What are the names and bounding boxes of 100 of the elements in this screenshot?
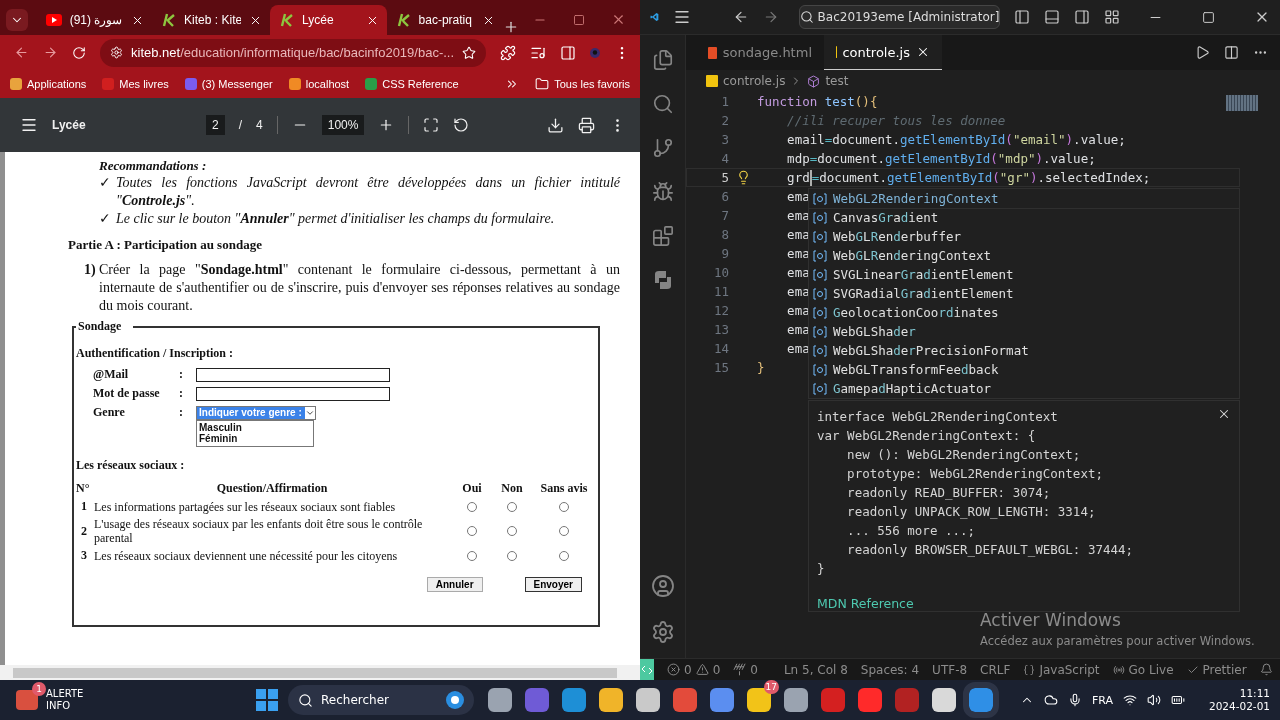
menu-icon[interactable] [672, 8, 691, 26]
bookmark[interactable]: Mes livres [102, 78, 169, 90]
taskbar-app-icon[interactable] [784, 688, 808, 712]
bookmark-folder[interactable]: Tous les favoris [535, 77, 630, 91]
account-icon[interactable] [650, 574, 675, 598]
taskbar-search[interactable]: Rechercher [288, 685, 474, 715]
radio-button[interactable] [467, 526, 477, 536]
panel-bottom-icon[interactable] [1044, 9, 1061, 25]
input-field[interactable] [196, 367, 390, 382]
taskbar-app-icon[interactable] [932, 688, 956, 712]
status-item[interactable]: Spaces: 4 [860, 662, 920, 677]
side-panel-icon[interactable] [560, 44, 577, 61]
suggestion-item[interactable]: SVGRadialGradientElement [809, 284, 1239, 303]
suggestion-item[interactable]: GamepadHapticActuator [809, 379, 1239, 398]
radio-button[interactable] [559, 526, 569, 536]
problems-status[interactable]: 0 0 [667, 662, 721, 677]
scrollbar-thumb[interactable] [13, 667, 617, 678]
split-editor-icon[interactable] [1224, 45, 1239, 60]
volume-icon[interactable] [1146, 693, 1161, 707]
bookmark[interactable]: CSS Reference [365, 78, 459, 90]
status-item[interactable]: CRLF [980, 662, 1011, 677]
star-icon[interactable] [462, 45, 477, 60]
gender-select[interactable]: Indiquer votre genre : [196, 405, 316, 420]
explorer-icon[interactable] [651, 49, 674, 71]
radio-button[interactable] [467, 501, 477, 512]
panel-left-icon[interactable] [1014, 9, 1031, 25]
suggestion-item[interactable]: WebGLShader [809, 322, 1239, 341]
status-item[interactable]: JavaScript [1023, 662, 1100, 677]
submit-button[interactable]: Envoyer [524, 577, 582, 592]
panel-right-icon[interactable] [1074, 9, 1091, 25]
radio-button[interactable] [507, 526, 517, 536]
breadcrumb-item[interactable]: controle.js [706, 74, 786, 88]
battery-icon[interactable] [1170, 693, 1185, 707]
taskbar-app-icon[interactable] [562, 688, 586, 712]
mic-icon[interactable] [1067, 693, 1082, 707]
suggestion-item[interactable]: WebGL2RenderingContext [809, 189, 1239, 208]
bell-icon[interactable] [1259, 663, 1273, 676]
start-icon[interactable] [256, 689, 278, 711]
maximize-icon[interactable] [1202, 10, 1216, 24]
editor-tab[interactable]: controle.js [824, 35, 942, 70]
puzzle-icon[interactable] [500, 44, 517, 61]
browser-tab[interactable]: bac-pratiq [386, 5, 503, 35]
status-item[interactable]: Go Live [1112, 662, 1174, 677]
maximize-icon[interactable] [573, 13, 585, 26]
suggestion-item[interactable]: WebGLTransformFeedback [809, 360, 1239, 379]
bookmark[interactable]: Applications [10, 78, 87, 90]
browser-tab[interactable]: (91) سورة [35, 5, 153, 35]
suggestion-item[interactable]: GeolocationCoordinates [809, 303, 1239, 322]
suggestion-item[interactable]: CanvasGradient [809, 208, 1239, 227]
cloud-icon[interactable] [1043, 693, 1058, 707]
taskbar-app-icon[interactable] [636, 688, 660, 712]
search-icon[interactable] [651, 93, 674, 115]
menu-icon[interactable] [20, 116, 38, 134]
close-icon[interactable] [916, 45, 930, 59]
debug-icon[interactable] [651, 181, 674, 203]
radio-button[interactable] [507, 501, 517, 512]
status-item[interactable]: UTF-8 [932, 662, 968, 677]
site-settings-icon[interactable] [110, 46, 123, 59]
print-icon[interactable] [578, 116, 595, 134]
run-icon[interactable] [1195, 45, 1210, 60]
rotate-icon[interactable] [453, 117, 470, 133]
clock[interactable]: 11:11 2024-02-01 [1208, 687, 1270, 713]
extensions-icon[interactable] [651, 225, 674, 247]
bookmark[interactable]: localhost [288, 78, 350, 90]
back-icon[interactable] [14, 45, 29, 60]
reference-link[interactable]: MDN Reference [817, 596, 914, 611]
taskbar-app-icon[interactable] [488, 688, 512, 712]
input-field[interactable] [196, 386, 390, 401]
breadcrumb-item[interactable]: test [807, 74, 849, 88]
status-item[interactable]: Ln 5, Col 8 [783, 662, 848, 677]
taskbar-app-icon[interactable] [599, 688, 623, 712]
radio-button[interactable] [559, 550, 569, 561]
address-bar[interactable]: kiteb.net/education/informatique/bac/bacinfo2019/bac-... [100, 38, 487, 67]
browser-tab[interactable]: Lycée [270, 5, 387, 35]
radio-button[interactable] [467, 550, 477, 561]
bookmark[interactable]: (3) Messenger [184, 78, 273, 90]
suggestion-item[interactable]: WebGLRenderingContext [809, 246, 1239, 265]
fit-page-icon[interactable] [423, 117, 440, 133]
radio-button[interactable] [559, 501, 569, 512]
download-icon[interactable] [547, 116, 564, 134]
page-number-field[interactable]: 2 [206, 115, 225, 135]
zoom-field[interactable]: 100% [321, 115, 365, 135]
settings-icon[interactable] [650, 620, 675, 644]
editor-tab[interactable]: sondage.html [696, 35, 824, 70]
taskbar-app-icon[interactable] [747, 688, 771, 712]
ports-status[interactable]: 0 [733, 662, 758, 677]
dropdown-option[interactable]: Masculin [199, 421, 311, 433]
reload-icon[interactable] [72, 45, 86, 60]
reset-button[interactable]: Annuler [426, 577, 483, 592]
suggestion-item[interactable]: WebGLShaderPrecisionFormat [809, 341, 1239, 360]
language-indicator[interactable]: FRA [1091, 693, 1113, 707]
layout-icon[interactable] [1104, 9, 1121, 25]
new-tab-icon[interactable] [503, 19, 519, 35]
suggestion-item[interactable]: WebGLRenderbuffer [809, 227, 1239, 246]
browser-tab[interactable]: Kiteb : Kite [152, 5, 271, 35]
source-control-icon[interactable] [651, 137, 674, 159]
wifi-icon[interactable] [1122, 693, 1137, 707]
tab-search-button[interactable] [6, 9, 28, 31]
status-item[interactable]: Prettier [1186, 662, 1247, 677]
taskbar-app-icon[interactable] [710, 688, 734, 712]
